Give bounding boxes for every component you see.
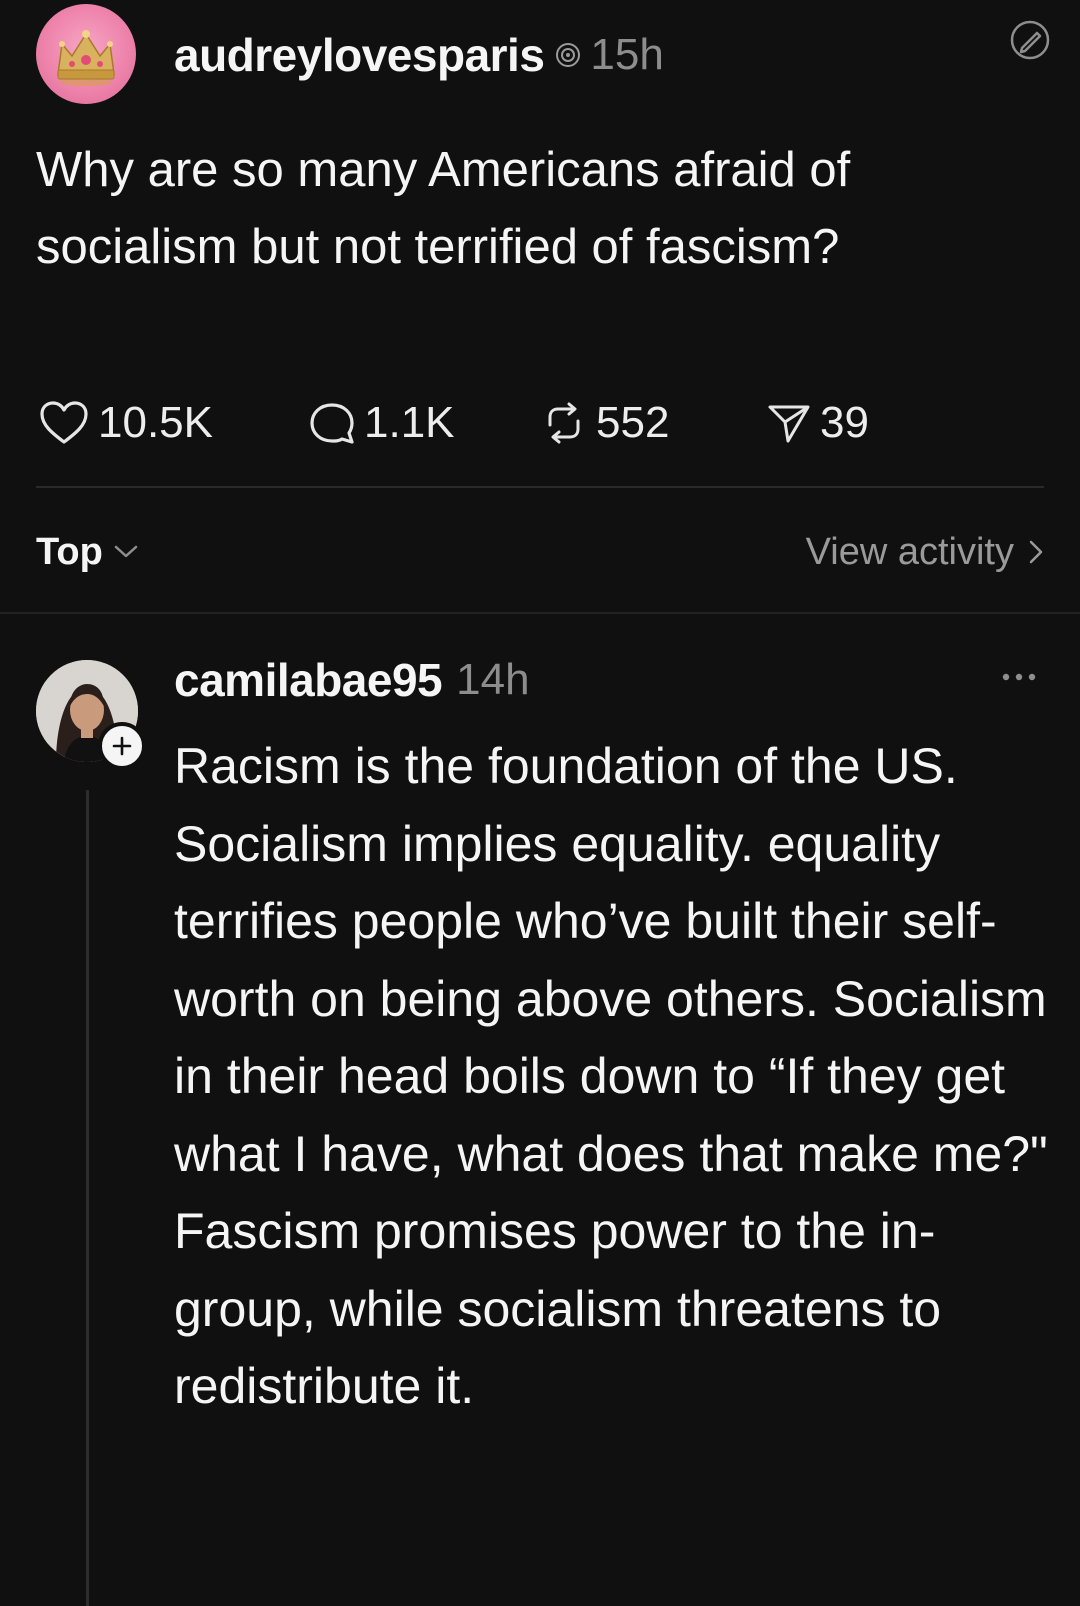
repost-icon <box>548 402 580 444</box>
sort-bar: Top View activity <box>36 520 1044 584</box>
reply-post: camilabae95 14h Racism is the foundation… <box>0 640 1080 1606</box>
threads-badge-icon <box>556 43 581 67</box>
avatar[interactable] <box>36 4 136 104</box>
section-divider <box>0 612 1080 614</box>
reply-header: camilabae95 14h <box>174 648 530 712</box>
post-header: audreylovesparis 15h <box>174 20 664 90</box>
reply-button[interactable]: 1.1K <box>306 398 538 448</box>
crown-icon <box>57 30 115 86</box>
reply-text: Racism is the foundation of the US. Soci… <box>174 728 1054 1426</box>
divider <box>36 486 1044 488</box>
main-post: audreylovesparis 15h Why are so many Ame… <box>0 0 1080 600</box>
share-count: 39 <box>820 398 869 447</box>
plus-icon <box>112 736 132 756</box>
like-count: 10.5K <box>98 398 213 447</box>
share-button[interactable]: 39 <box>764 398 924 448</box>
view-activity-link[interactable]: View activity <box>806 531 1044 574</box>
repost-count: 552 <box>596 398 670 447</box>
chevron-down-icon <box>114 545 138 558</box>
post-stats: 10.5K 1.1K 552 39 <box>36 388 924 458</box>
sort-dropdown[interactable]: Top <box>36 531 139 574</box>
heart-icon <box>40 401 88 444</box>
reply-paragraph: Racism is the foundation of the US. Soci… <box>174 738 1048 1182</box>
post-time: 15h <box>590 30 664 79</box>
more-options-button[interactable] <box>998 656 1040 698</box>
quote-edit-icon[interactable] <box>1008 18 1052 62</box>
repost-button[interactable]: 552 <box>538 398 764 448</box>
thread-line <box>86 790 89 1606</box>
sort-label: Top <box>36 530 103 573</box>
reply-time: 14h <box>456 655 530 704</box>
comment-icon <box>310 403 354 444</box>
like-button[interactable]: 10.5K <box>36 398 306 448</box>
view-activity-label: View activity <box>805 530 1014 573</box>
follow-button[interactable] <box>98 722 146 770</box>
send-icon <box>768 405 810 443</box>
reply-username[interactable]: camilabae95 <box>174 653 443 707</box>
reply-count: 1.1K <box>364 398 455 447</box>
ellipsis-icon <box>1002 673 1036 681</box>
chevron-right-icon <box>1029 540 1043 564</box>
post-text: Why are so many Americans afraid of soci… <box>36 143 851 274</box>
post-username[interactable]: audreylovesparis <box>174 28 545 82</box>
reply-paragraph: Fascism promises power to the in-group, … <box>174 1203 942 1414</box>
